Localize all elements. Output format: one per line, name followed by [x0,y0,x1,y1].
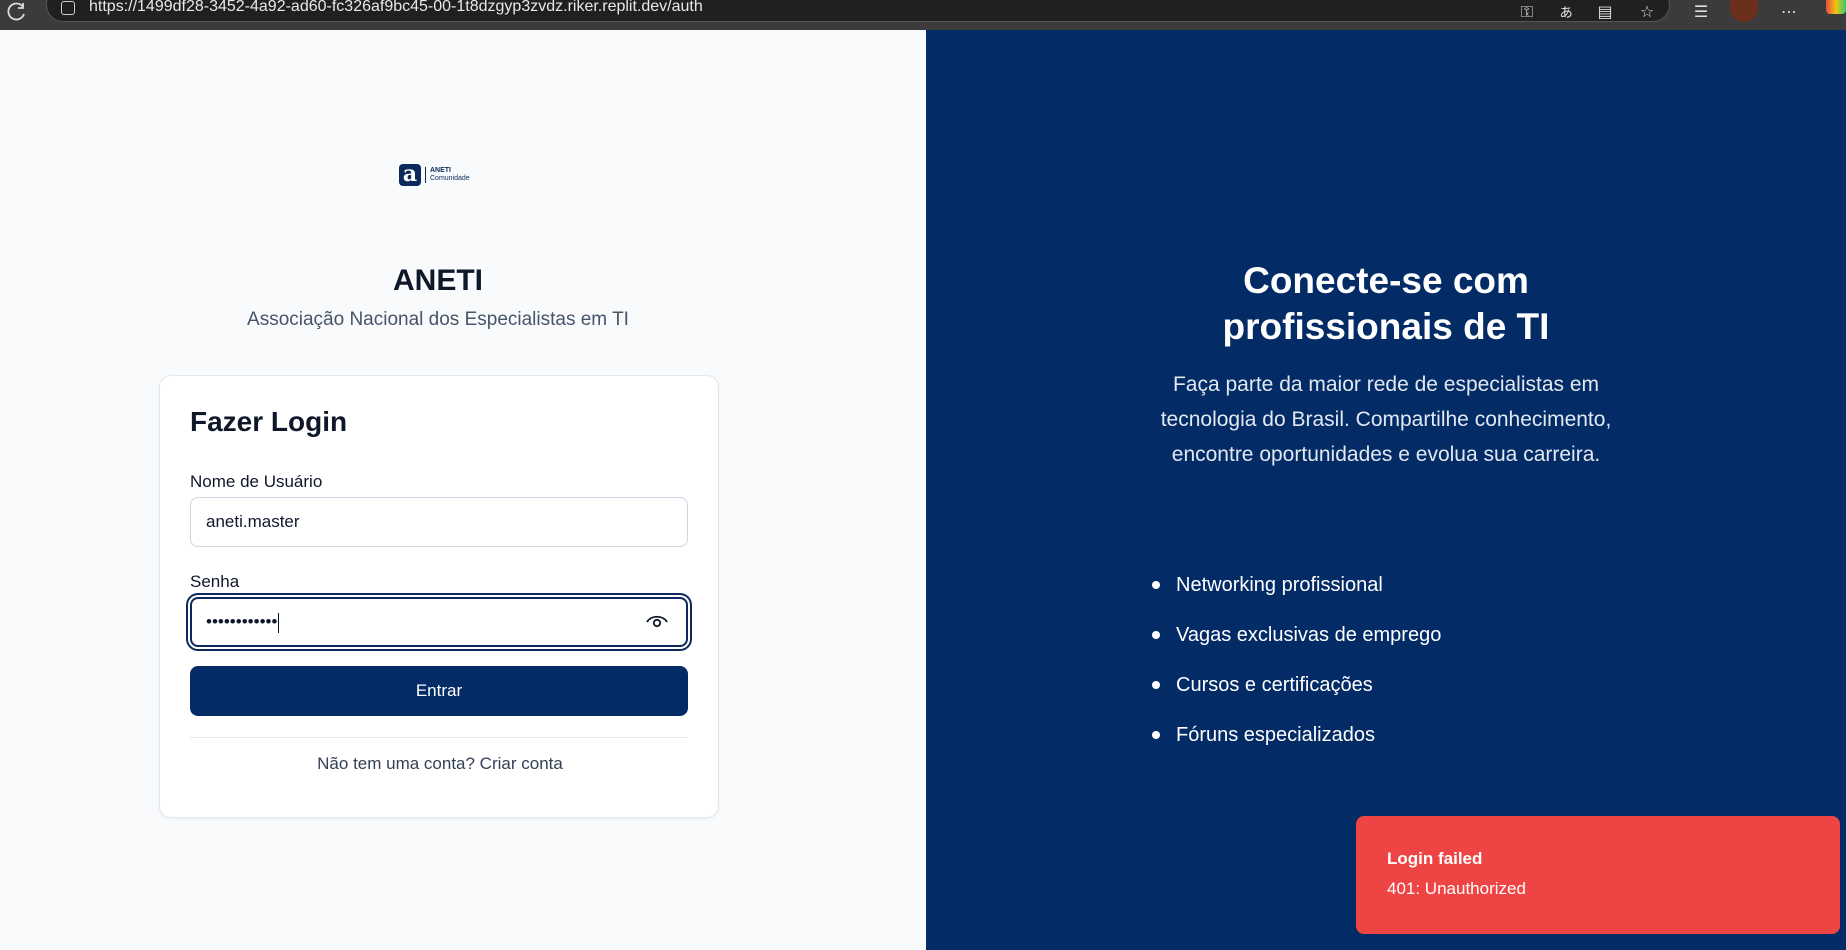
bullet-icon [1152,581,1160,589]
logo-line-1: ANETI [430,167,451,174]
card-divider [190,737,688,738]
hero-title: Conecte-se com profissionais de TI [926,258,1846,350]
hero-description: Faça parte da maior rede de especialista… [1160,373,1612,466]
bullet-icon [1152,681,1160,689]
url-text[interactable]: https://1499df28-3452-4a92-ad60-fc326af9… [89,0,703,16]
login-title: Fazer Login [190,406,348,437]
feature-item: Vagas exclusivas de emprego [1152,610,1441,660]
feature-item: Networking profissional [1152,560,1441,610]
hero-title-line-2: profissionais de TI [1222,306,1550,347]
logo-mark: a [399,163,421,186]
site-info-icon[interactable] [61,1,75,15]
password-input[interactable]: •••••••••••• [190,597,688,647]
address-bar[interactable]: https://1499df28-3452-4a92-ad60-fc326af9… [46,0,1670,22]
logo-wordmark: ANETI Comunidade [430,167,470,183]
login-card: Fazer Login Nome de Usuário aneti.master… [159,375,719,818]
bullet-icon [1152,631,1160,639]
feature-label: Fóruns especializados [1176,723,1375,746]
profile-avatar[interactable] [1730,0,1758,22]
brand-subtitle: Associação Nacional dos Especialistas em… [247,309,629,330]
text-caret [278,612,280,633]
logo-divider [425,167,426,183]
username-value: aneti.master [206,512,300,531]
hero-title-line-1: Conecte-se com [1243,260,1529,301]
feature-item: Fóruns especializados [1152,710,1441,760]
password-value: •••••••••••• [206,612,278,631]
feature-label: Networking profissional [1176,573,1383,596]
password-label: Senha [190,572,240,591]
favorite-star-icon[interactable]: ☆ [1636,4,1658,22]
error-toast[interactable]: Login failed 401: Unauthorized [1356,816,1840,934]
bullet-icon [1152,731,1160,739]
feature-label: Vagas exclusivas de emprego [1176,623,1442,646]
username-input[interactable]: aneti.master [190,497,688,547]
brand-title: ANETI [393,264,483,297]
feature-list: Networking profissional Vagas exclusivas… [1152,560,1441,760]
logo-line-2: Comunidade [430,175,470,182]
login-submit-button[interactable]: Entrar [190,666,688,716]
browser-toolbar: https://1499df28-3452-4a92-ad60-fc326af9… [0,0,1846,30]
show-password-eye-icon[interactable] [646,614,668,630]
username-label: Nome de Usuário [190,472,323,491]
aneti-logo: a ANETI Comunidade [399,163,470,186]
reading-view-icon[interactable]: ▤ [1594,4,1616,22]
reload-icon[interactable] [6,1,28,23]
key-icon[interactable]: ⚿ [1516,4,1538,22]
translate-icon[interactable]: ぁ [1555,4,1577,22]
extension-icon[interactable] [1826,0,1846,14]
favorites-list-icon[interactable]: ☰ [1690,4,1712,22]
promo-panel: Conecte-se com profissionais de TI Faça … [926,30,1846,950]
feature-item: Cursos e certificações [1152,660,1441,710]
feature-label: Cursos e certificações [1176,673,1373,696]
more-options-icon[interactable]: ⋯ [1778,4,1800,22]
toast-message: 401: Unauthorized [1387,879,1526,898]
toast-title: Login failed [1387,849,1483,868]
create-account-link[interactable]: Não tem uma conta? Criar conta [160,754,720,774]
